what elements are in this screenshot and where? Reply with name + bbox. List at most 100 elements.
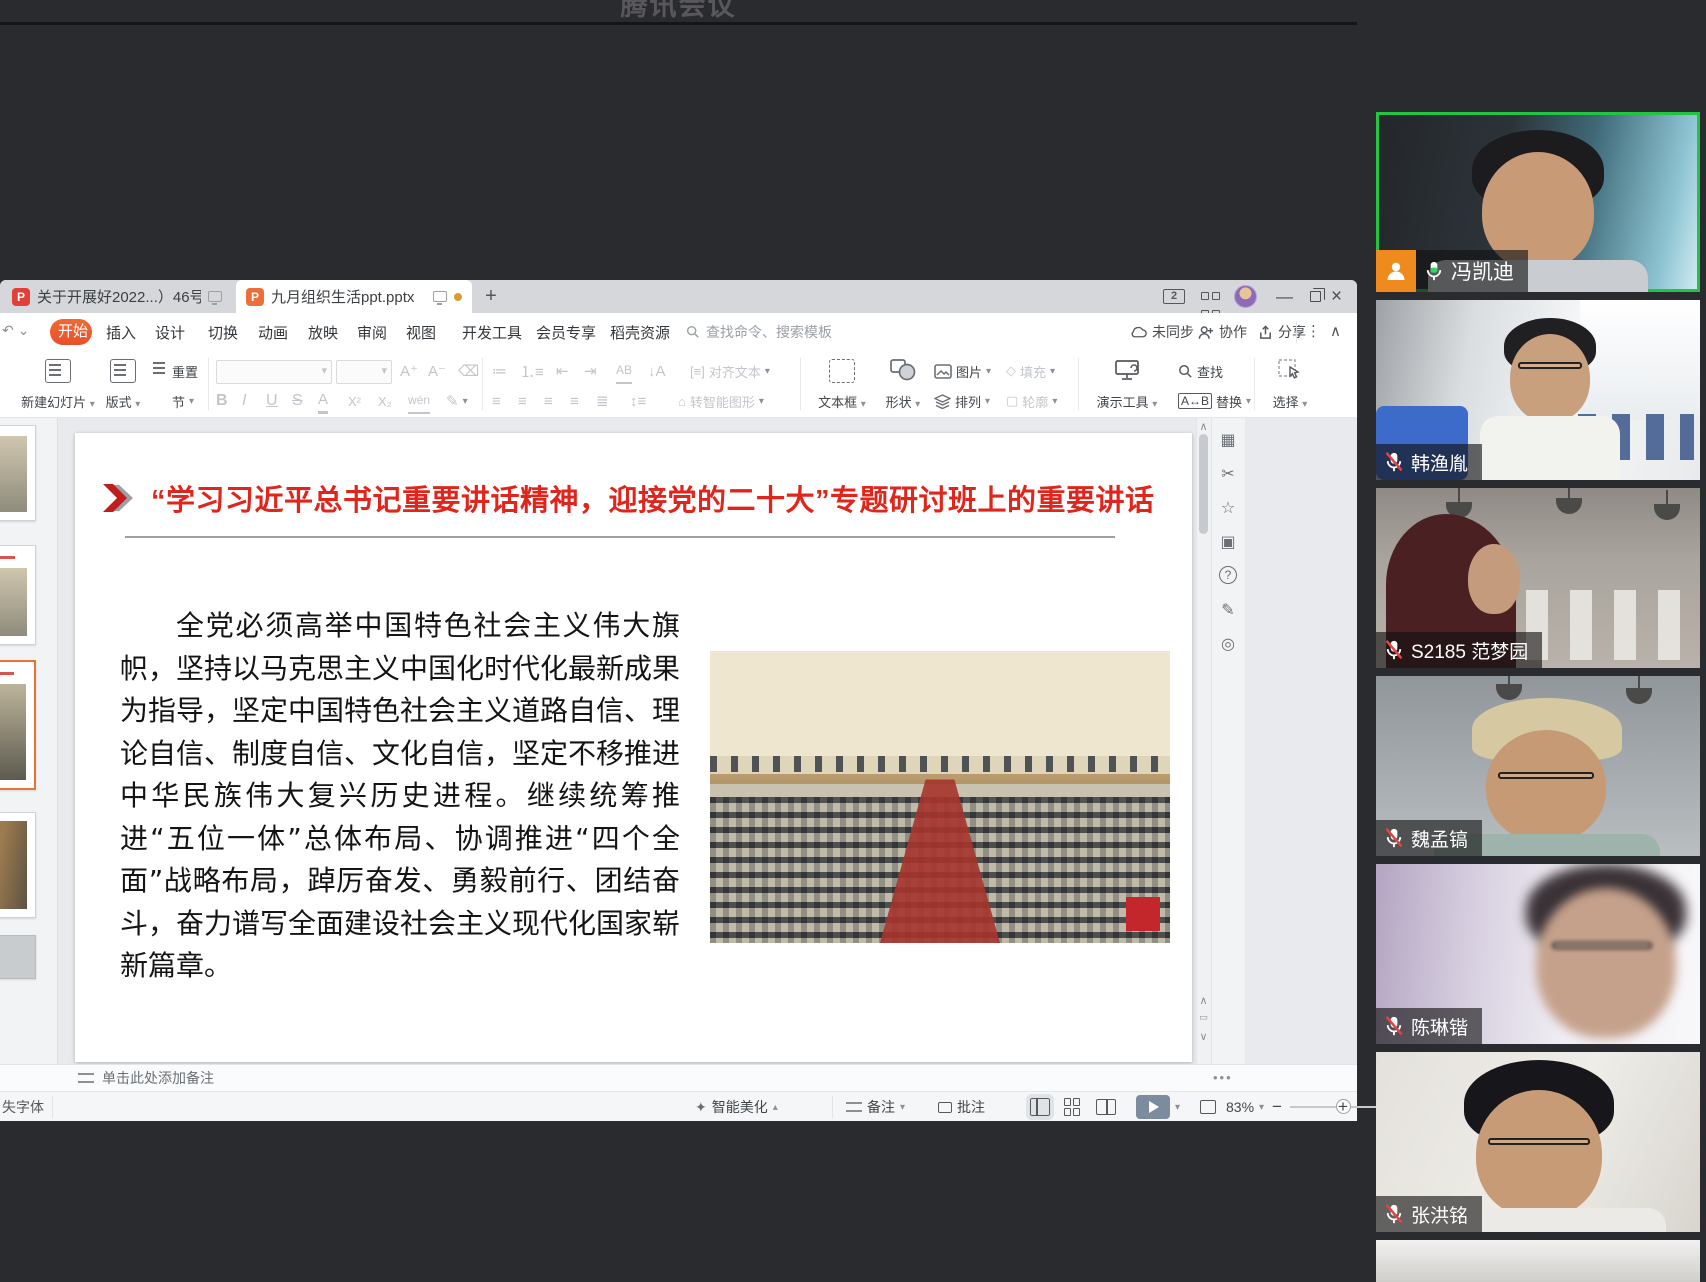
slideshow-button[interactable]: ▾ [1136,1092,1180,1122]
user-avatar[interactable] [1234,285,1257,308]
menu-devtools[interactable]: 开发工具 [462,322,522,343]
strip-play-settings-icon[interactable]: ▦ [1211,430,1245,450]
highlight-button[interactable]: ✎▾ [446,388,468,414]
menu-slideshow[interactable]: 放映 [308,322,338,343]
undo-icon[interactable]: ↶ ⌄ [2,322,29,339]
missing-font-warning[interactable]: 失字体 [2,1092,44,1122]
numbered-list-icon[interactable]: ⒈≡ [520,358,544,384]
window-switcher-button[interactable]: 2 [1163,280,1189,313]
reset-button[interactable]: 重置 [150,358,198,384]
shapes-button[interactable]: 形状 ▾ [880,356,926,414]
participant-tile-5[interactable]: 陈琳锴 [1376,864,1700,1044]
new-tab-button[interactable]: + [478,284,504,310]
reading-view-button[interactable] [1096,1099,1116,1115]
strip-help-icon[interactable]: ? [1219,566,1237,584]
slide-thumbnail-5[interactable] [0,935,36,979]
previous-slide-button[interactable]: ∧ [1196,994,1211,1007]
zoom-level[interactable]: 83%▾ [1226,1092,1264,1122]
align-center-icon[interactable]: ≡ [518,388,527,414]
scrollbar-thumb[interactable] [1199,434,1208,534]
font-color-button[interactable]: A [318,388,328,414]
strikethrough-button[interactable]: S [292,388,303,414]
align-text-button[interactable]: [≡] 对齐文本 ▾ [690,358,770,384]
italic-button[interactable]: I [242,388,246,414]
menu-templates[interactable]: 稻壳资源 [610,322,670,343]
text-box-button[interactable]: 文本框 ▾ [812,356,872,414]
participant-tile-1[interactable]: 冯凯迪 [1376,112,1700,292]
replace-button[interactable]: A↔B 替换 ▾ [1178,388,1251,414]
scroll-up-icon[interactable]: ∧ [1196,420,1211,433]
notes-bar[interactable]: 单击此处添加备注 [0,1064,1357,1091]
text-direction-button[interactable]: AB [616,358,632,384]
command-search-box[interactable]: 查找命令、搜索模板 [686,322,832,342]
find-button[interactable]: 查找 [1178,358,1223,384]
align-right-icon[interactable]: ≡ [544,388,553,414]
menu-home-active[interactable]: 开始 [50,319,92,345]
layout-button[interactable]: 版式 ▾ [100,356,146,414]
minimize-button[interactable]: — [1276,280,1298,313]
section-button[interactable]: 节 ▾ [150,388,194,414]
bullet-list-icon[interactable]: ≔ [492,358,507,384]
font-name-combo[interactable] [216,360,332,384]
increase-font-button[interactable]: A⁺ [400,358,418,384]
collaborate-button[interactable]: 协作 [1198,322,1247,342]
strip-favorites-icon[interactable]: ☆ [1211,498,1245,518]
select-button[interactable]: 选择 ▾ [1264,356,1316,414]
menu-review[interactable]: 审阅 [357,322,387,343]
align-left-icon[interactable]: ≡ [492,388,501,414]
tab-ppt-document-active[interactable]: P 九月组织生活ppt.pptx [236,280,472,313]
restore-button[interactable] [1304,280,1326,313]
strip-library-icon[interactable]: ▣ [1211,532,1245,552]
slide-thumbnail-4[interactable] [0,812,36,918]
share-button[interactable]: 分享 [1258,322,1306,342]
picture-button[interactable]: 图片 ▾ [934,358,991,384]
arrange-button[interactable]: 排列 ▾ [934,388,990,414]
strip-locate-icon[interactable]: ◎ [1211,634,1245,654]
zoom-out-button[interactable]: − [1272,1092,1282,1122]
line-spacing-icon[interactable]: ↕≡ [630,388,646,414]
normal-view-button[interactable] [1030,1098,1050,1116]
fit-to-window-button[interactable] [1200,1092,1216,1122]
participant-tile-6[interactable]: 张洪铭 [1376,1052,1700,1232]
collapse-ribbon-button[interactable]: ∧ [1330,322,1341,340]
pinyin-guide-button[interactable]: wén [408,388,430,414]
distribute-icon[interactable]: ≣ [596,388,609,414]
next-slide-button[interactable]: ∨ [1196,1030,1211,1043]
slide-sorter-view-button[interactable] [1064,1098,1082,1116]
menu-design[interactable]: 设计 [155,322,185,343]
participant-tile-2[interactable]: 韩渔胤 [1376,300,1700,480]
clear-format-icon[interactable]: ⌫ [458,358,479,384]
subscript-button[interactable]: X₂ [378,388,392,414]
participant-tile-3[interactable]: S2185 范梦园 [1376,488,1700,668]
menu-transition[interactable]: 切换 [208,322,238,343]
smart-graphic-button[interactable]: ⌂ 转智能图形 ▾ [678,388,764,414]
slide-thumbnail-panel[interactable] [0,418,58,1064]
menu-insert[interactable]: 插入 [106,322,136,343]
more-options-button[interactable]: ⋮ [1306,322,1321,340]
tab-pdf-document[interactable]: P 关于开展好2022...）46号）.pdf [2,280,232,313]
sync-status-button[interactable]: 未同步 [1130,322,1194,342]
superscript-button[interactable]: X² [348,388,361,414]
menu-animation[interactable]: 动画 [258,322,288,343]
slide-thumbnail-3-selected[interactable] [0,660,36,790]
participant-tile-4[interactable]: 魏孟镐 [1376,676,1700,856]
strip-crop-icon[interactable]: ✂ [1211,464,1245,484]
decrease-indent-icon[interactable]: ⇤ [556,358,569,384]
underline-button[interactable]: U [266,388,278,414]
decrease-font-button[interactable]: A⁻ [428,358,446,384]
outline-button[interactable]: ▢ 轮廓 ▾ [1006,388,1057,414]
menu-membership[interactable]: 会员专享 [536,322,596,343]
zoom-in-button[interactable]: + [1338,1092,1348,1122]
slide-thumbnail-2[interactable] [0,545,36,645]
vertical-text-icon[interactable]: ↓A [648,358,666,384]
notes-toggle-button[interactable]: 备注 ▾ [846,1092,905,1122]
slide-thumbnail-1[interactable] [0,425,36,521]
comments-button[interactable]: 批注 [938,1092,985,1122]
new-slide-button[interactable]: 新建幻灯片 ▾ [18,356,98,414]
fill-button[interactable]: ◇ 填充 ▾ [1006,358,1055,384]
bold-button[interactable]: B [216,388,228,414]
slide-canvas[interactable]: “学习习近平总书记重要讲话精神，迎接党的二十大”专题研讨班上的重要讲话 全党必须… [75,433,1192,1062]
presentation-tools-button[interactable]: 演示工具 ▾ [1088,356,1166,414]
close-button[interactable]: × [1331,280,1353,313]
smart-beautify-button[interactable]: ✦ 智能美化 ▴ [695,1092,778,1122]
